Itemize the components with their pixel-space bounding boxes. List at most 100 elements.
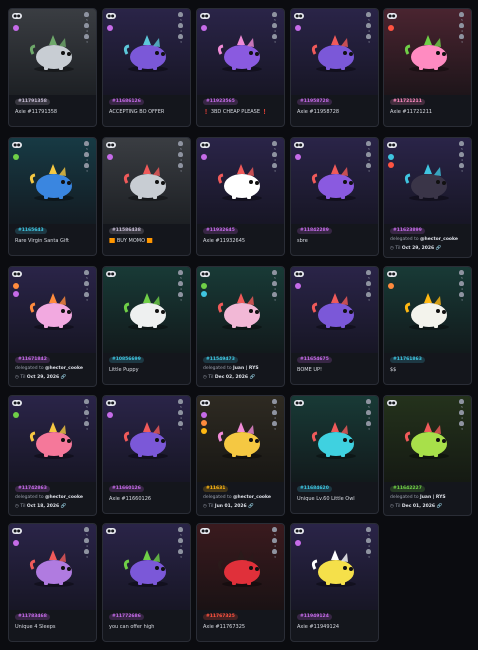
axie-picture: ●● 5 4 3 [291, 396, 378, 482]
part-class-icon [388, 25, 394, 31]
stat-value: 4 [180, 544, 182, 548]
axie-card[interactable]: ●● 5 4 3 #11660126 Axie #11660126 [102, 395, 191, 514]
stat-icon [178, 281, 183, 286]
axie-name: Axie #11932645 [203, 238, 246, 244]
stat-item: 5 [365, 527, 373, 538]
stat-value: 4 [274, 287, 276, 291]
axie-card[interactable]: ●● 5 4 3 #11642227 delegated to Juan | RYS ◷ T… [383, 395, 472, 516]
axie-id-chip: #11671842 [15, 357, 50, 363]
part-class-icon [201, 428, 207, 434]
stat-value: 3 [368, 298, 370, 302]
stat-icon [459, 421, 464, 426]
delegated-label: delegated to [390, 495, 421, 500]
axie-card[interactable]: ●● 5 4 3 #11761863 $$ [383, 266, 472, 385]
axie-name: Little Puppy [109, 367, 139, 373]
stat-item: 3 [83, 34, 91, 45]
axie-card[interactable]: ●● 5 4 3 #11923565 ❗ 3BD CHEAP PLEASE ❗ [196, 8, 285, 127]
axie-card[interactable]: ●● 5 4 3 #11958728 Axie #11958728 [290, 8, 379, 127]
stats-column: 5 4 3 [177, 527, 185, 560]
axie-card[interactable]: ●● 5 4 3 #11684620 Unique Lv.60 Little Owl [290, 395, 379, 514]
stat-icon [366, 410, 371, 415]
axie-card[interactable]: ●● 5 4 3 #11772686 you can offer high [102, 523, 191, 642]
axie-picture: ●● 5 4 3 [103, 524, 190, 610]
class-badge: ●● [106, 142, 116, 148]
delegatee-name[interactable]: @hector_cooke [233, 495, 271, 500]
stat-value: 3 [180, 169, 182, 173]
axie-card[interactable]: ●● 5 4 3 #10856699 Little Puppy [102, 266, 191, 385]
axie-id-chip: #11586438 [109, 228, 144, 234]
stat-icon [178, 538, 183, 543]
delegation-text: delegated to @hector_cooke [15, 495, 83, 500]
stat-icon [366, 141, 371, 146]
stat-icon [459, 163, 464, 168]
axie-card[interactable]: ●● 5 4 3 #11671842 delegated to @hector_cooke… [8, 266, 97, 387]
axie-card[interactable]: ●● 5 4 3 #11586438 🟧 BUY MOMO 🟧 [102, 137, 191, 256]
delegatee-name[interactable]: @hector_cooke [45, 366, 83, 371]
stat-item: 4 [365, 23, 373, 34]
stat-icon [459, 292, 464, 297]
axie-card[interactable]: ●● 5 4 3 #11742863 delegated to @hector_cooke… [8, 395, 97, 516]
stat-icon [178, 549, 183, 554]
axie-id-chip: #11660126 [109, 486, 144, 492]
axie-card[interactable]: ●● 5 4 3 #11783468 Unique 4 Sleeps [8, 523, 97, 642]
class-badge: ●● [12, 528, 22, 534]
stat-icon [178, 12, 183, 17]
axie-card[interactable]: ●● 5 4 3 #11932645 Axie #11932645 [196, 137, 285, 256]
stats-column: 5 4 3 [365, 141, 373, 174]
stat-value: 4 [180, 287, 182, 291]
stat-value: 4 [368, 416, 370, 420]
axie-id-chip: #11721211 [390, 99, 425, 105]
delegatee-name[interactable]: Juan | RYS [233, 366, 259, 371]
stat-item: 5 [271, 527, 279, 538]
stat-value: 5 [461, 405, 463, 409]
axie-card[interactable]: ●● 5 4 3 #11949124 Axie #11949124 [290, 523, 379, 642]
axie-card[interactable]: ●● 5 4 3 #11654675 BOME UP! [290, 266, 379, 385]
stat-item: 4 [458, 410, 466, 421]
stat-icon [272, 421, 277, 426]
axie-card[interactable]: ●● 5 4 3 #11623899 delegated to @hector_cooke… [383, 137, 472, 258]
axie-card[interactable]: ●● 5 4 3 #11721211 Axie #11721211 [383, 8, 472, 127]
axie-card[interactable]: ●● 5 4 3 #11842289 sbre [290, 137, 379, 256]
stat-item: 4 [177, 152, 185, 163]
stat-item: 4 [365, 538, 373, 549]
stat-value: 5 [274, 405, 276, 409]
stat-item: 4 [458, 281, 466, 292]
stat-value: 3 [461, 298, 463, 302]
stat-value: 4 [461, 287, 463, 291]
axie-picture: ●● 5 4 3 [103, 396, 190, 482]
axie-name: sbre [297, 238, 308, 244]
axie-name: Unique 4 Sleeps [15, 624, 56, 630]
stat-item: 4 [271, 23, 279, 34]
stat-icon [84, 538, 89, 543]
delegatee-name[interactable]: Juan | RYS [420, 495, 446, 500]
delegation-until: ◷ Til Oct 29, 2026 🔗 [390, 246, 441, 251]
stat-icon [459, 12, 464, 17]
stat-value: 5 [368, 18, 370, 22]
axie-id-chip: #10856699 [109, 357, 144, 363]
axie-card[interactable]: ●● 5 4 3 #11631 delegated to @hector_cooke ◷ T… [196, 395, 285, 516]
part-class-icon [201, 291, 207, 297]
axie-name: 🟧 BUY MOMO 🟧 [109, 238, 153, 244]
delegatee-name[interactable]: @hector_cooke [45, 495, 83, 500]
stat-value: 3 [368, 555, 370, 559]
axie-card[interactable]: ●● 5 4 3 #11686126 ACCEPTING BO OFFER [102, 8, 191, 127]
axie-picture: ●● 5 4 3 [384, 9, 471, 95]
class-badge: ●● [106, 528, 116, 534]
delegation-text: delegated to Juan | RYS [390, 495, 446, 500]
stats-column: 5 4 3 [177, 270, 185, 303]
stat-item: 5 [365, 141, 373, 152]
axie-card[interactable]: ●● 5 4 3 #1165643 Rare Virgin Santa Gift [8, 137, 97, 256]
axie-card[interactable]: ●● 5 4 3 #11767325 Axie #11767325 [196, 523, 285, 642]
stat-item: 4 [83, 538, 91, 549]
stat-item: 4 [177, 410, 185, 421]
axie-card[interactable]: ●● 5 4 3 #11549473 delegated to Juan | RYS ◷ T… [196, 266, 285, 387]
stat-value: 3 [368, 427, 370, 431]
stat-value: 4 [368, 158, 370, 162]
until-date: Dec 02, 2026 [214, 375, 250, 380]
delegatee-name[interactable]: @hector_cooke [420, 237, 458, 242]
stat-item: 4 [177, 281, 185, 292]
stat-item: 5 [83, 141, 91, 152]
axie-name: $$ [390, 367, 397, 373]
axie-card[interactable]: ●● 5 4 3 #11791358 Axie #11791358 [8, 8, 97, 127]
axie-picture: ●● 5 4 3 [291, 524, 378, 610]
